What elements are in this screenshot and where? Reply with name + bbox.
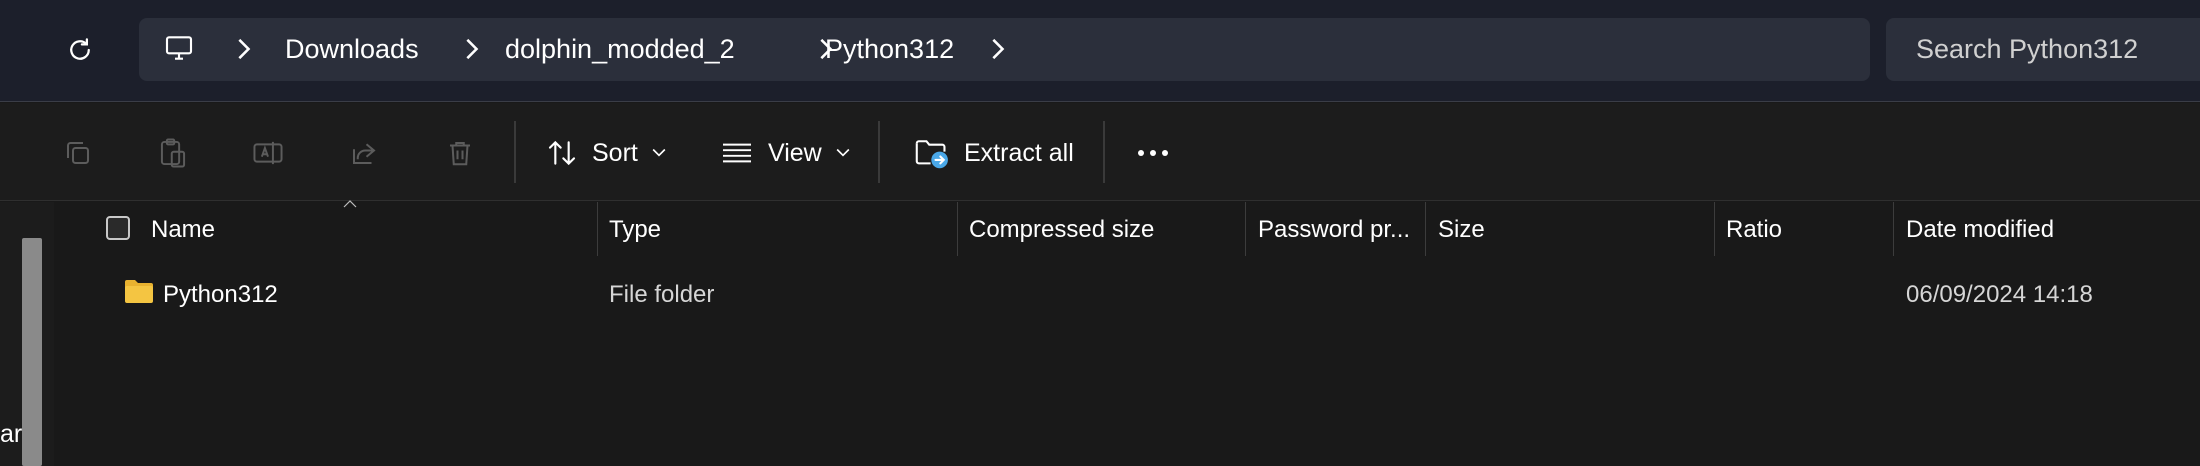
column-type[interactable]: Type bbox=[609, 202, 661, 258]
command-bar: Sort View Extract all bbox=[0, 103, 2200, 201]
refresh-button[interactable] bbox=[56, 26, 104, 74]
extract-icon bbox=[915, 140, 948, 169]
rename-button[interactable] bbox=[248, 133, 288, 173]
column-name[interactable]: Name bbox=[151, 202, 215, 258]
rename-icon bbox=[253, 141, 283, 165]
view-label: View bbox=[768, 138, 822, 167]
refresh-icon bbox=[70, 38, 90, 60]
file-type: File folder bbox=[609, 281, 715, 308]
column-divider[interactable] bbox=[1425, 202, 1426, 256]
more-options-button[interactable] bbox=[1133, 133, 1173, 173]
navigation-scrollbar[interactable] bbox=[22, 238, 42, 466]
column-divider[interactable] bbox=[957, 202, 958, 256]
delete-icon bbox=[450, 142, 470, 166]
column-divider[interactable] bbox=[1714, 202, 1715, 256]
share-icon bbox=[353, 143, 376, 164]
extract-all-label: Extract all bbox=[964, 138, 1074, 167]
paste-icon bbox=[160, 138, 186, 168]
chevron-right-icon[interactable] bbox=[987, 38, 1007, 60]
view-button[interactable]: View bbox=[720, 127, 850, 179]
address-row: Downloads dolphin_modded_2 Python312 Sea… bbox=[0, 0, 2200, 102]
column-ratio[interactable]: Ratio bbox=[1726, 202, 1782, 258]
search-placeholder: Search Python312 bbox=[1916, 34, 2139, 64]
file-date-modified: 06/09/2024 14:18 bbox=[1906, 281, 2093, 308]
command-separator bbox=[878, 121, 880, 183]
share-button[interactable] bbox=[344, 133, 384, 173]
sort-icon bbox=[548, 140, 576, 166]
column-size[interactable]: Size bbox=[1438, 202, 1485, 258]
command-separator bbox=[1103, 121, 1105, 183]
navigation-clipped-label[interactable]: ar bbox=[0, 420, 22, 449]
breadcrumb[interactable]: Downloads dolphin_modded_2 Python312 bbox=[139, 18, 1870, 81]
file-name[interactable]: Python312 bbox=[163, 278, 278, 312]
extract-all-button[interactable]: Extract all bbox=[914, 127, 1074, 179]
folder-icon bbox=[125, 280, 153, 303]
column-divider[interactable] bbox=[597, 202, 598, 256]
chevron-right-icon[interactable] bbox=[233, 38, 253, 60]
chevron-down-icon bbox=[652, 148, 666, 157]
sort-button[interactable]: Sort bbox=[546, 127, 666, 179]
breadcrumb-dolphin-modded[interactable]: dolphin_modded_2 bbox=[505, 32, 735, 66]
monitor-icon[interactable] bbox=[163, 32, 195, 64]
more-icon bbox=[1138, 150, 1168, 156]
paste-button[interactable] bbox=[153, 133, 193, 173]
column-compressed-size[interactable]: Compressed size bbox=[969, 202, 1154, 258]
chevron-down-icon bbox=[836, 148, 850, 157]
sort-ascending-icon bbox=[343, 200, 357, 208]
command-separator bbox=[514, 121, 516, 183]
delete-button[interactable] bbox=[440, 133, 480, 173]
select-all-checkbox[interactable] bbox=[106, 216, 130, 240]
copy-icon bbox=[67, 142, 89, 164]
breadcrumb-python312[interactable]: Python312 bbox=[825, 32, 954, 66]
search-input[interactable]: Search Python312 bbox=[1886, 18, 2200, 81]
breadcrumb-downloads[interactable]: Downloads bbox=[285, 32, 419, 66]
sort-label: Sort bbox=[592, 138, 638, 167]
view-icon bbox=[723, 143, 751, 163]
column-divider[interactable] bbox=[1245, 202, 1246, 256]
chevron-right-icon[interactable] bbox=[461, 38, 481, 60]
column-date-modified[interactable]: Date modified bbox=[1906, 202, 2054, 258]
column-divider[interactable] bbox=[1893, 202, 1894, 256]
column-password-protected[interactable]: Password pr... bbox=[1258, 202, 1410, 258]
file-row[interactable] bbox=[100, 270, 2200, 320]
copy-button[interactable] bbox=[58, 133, 98, 173]
